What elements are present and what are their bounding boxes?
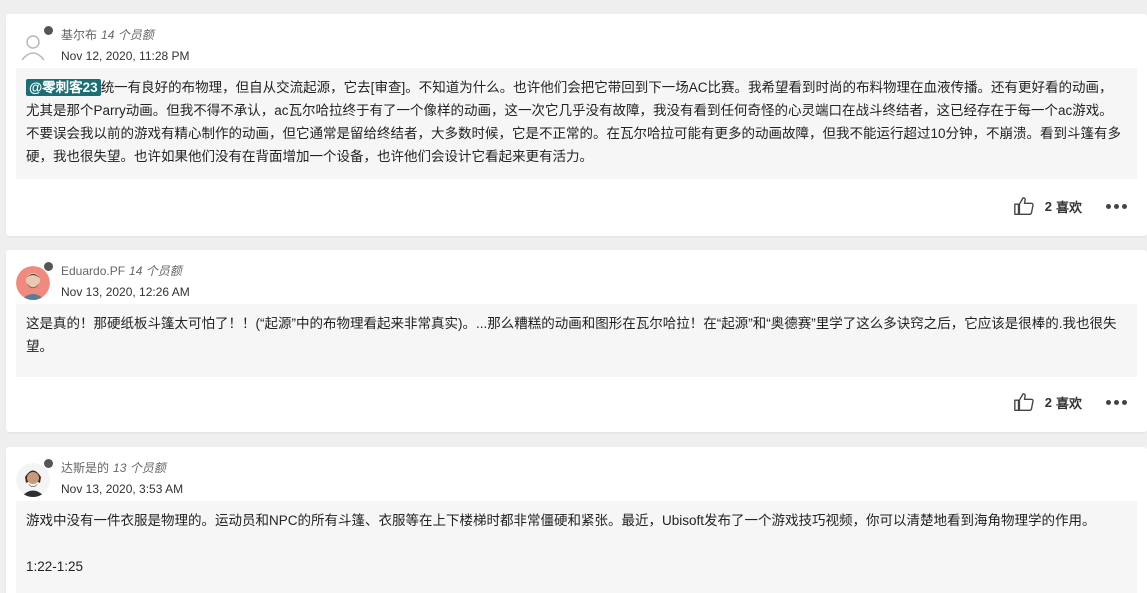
author-rank: 14 个员额 <box>129 264 182 278</box>
like-label: 喜欢 <box>1055 199 1082 215</box>
post-card: 基尔布 14 个员额 Nov 12, 2020, 11:28 PM @零刺客23 统… <box>6 14 1147 236</box>
post-text: 统一有良好的布物理，但自从交流起源，它去[审查]。不知道为什么。也许他们会把它带… <box>26 80 1122 164</box>
post-date: Nov 12, 2020, 11:28 PM <box>61 49 190 63</box>
more-options-icon[interactable] <box>1106 399 1127 405</box>
post-body: 这是真的！那硬纸板斗篷太可怕了！！(“起源”中的布物理看起来非常真实)。...那… <box>16 304 1137 377</box>
post-header: Eduardo.PF 14 个员额 Nov 13, 2020, 12:26 AM <box>16 258 616 300</box>
dasi-avatar[interactable] <box>16 463 50 497</box>
post-text: 这是真的！那硬纸板斗篷太可怕了！！(“起源”中的布物理看起来非常真实)。...那… <box>26 316 1117 354</box>
like-label: 喜欢 <box>1055 395 1082 411</box>
user-mention[interactable]: @零刺客23 <box>26 79 101 96</box>
thumbs-up-icon[interactable] <box>1013 195 1035 217</box>
more-options-icon[interactable] <box>1106 203 1127 209</box>
status-dot <box>44 459 53 468</box>
thumbs-up-icon[interactable] <box>1013 391 1035 413</box>
status-dot <box>44 262 53 271</box>
author-line: 达斯是的 13 个员额 <box>61 459 166 476</box>
author-line: 基尔布 14 个员额 <box>61 26 154 43</box>
post-date: Nov 13, 2020, 3:53 AM <box>61 482 184 496</box>
post-card: Eduardo.PF 14 个员额 Nov 13, 2020, 12:26 AM … <box>6 250 1147 432</box>
author-name[interactable]: Eduardo.PF <box>61 264 125 278</box>
post-header: 基尔布 14 个员额 Nov 12, 2020, 11:28 PM <box>16 22 616 64</box>
forum-thread: 基尔布 14 个员额 Nov 12, 2020, 11:28 PM @零刺客23 统… <box>0 0 1147 593</box>
post-card: 达斯是的 13 个员额 Nov 13, 2020, 3:53 AM 游戏中没有一件… <box>6 447 1147 593</box>
author-name[interactable]: 基尔布 <box>61 28 97 42</box>
author-name[interactable]: 达斯是的 <box>61 461 109 475</box>
post-footer: 2 喜欢 <box>1013 390 1127 414</box>
status-dot <box>44 26 53 35</box>
video-timestamp: 1:22-1:25 <box>26 559 84 574</box>
post-header: 达斯是的 13 个员额 Nov 13, 2020, 3:53 AM <box>16 455 616 497</box>
post-date: Nov 13, 2020, 12:26 AM <box>61 285 190 299</box>
post-footer: 2 喜欢 <box>1013 194 1127 218</box>
like-count: 2 <box>1044 394 1052 410</box>
like-count: 2 <box>1044 198 1052 214</box>
post-text: 游戏中没有一件衣服是物理的。运动员和NPC的所有斗篷、衣服等在上下楼梯时都非常僵… <box>26 513 1096 528</box>
author-line: Eduardo.PF 14 个员额 <box>61 262 182 279</box>
author-rank: 14 个员额 <box>101 28 154 42</box>
post-body: @零刺客23 统一有良好的布物理，但自从交流起源，它去[审查]。不知道为什么。也许… <box>16 68 1137 179</box>
eduardo-avatar[interactable] <box>16 266 50 300</box>
post-body: 游戏中没有一件衣服是物理的。运动员和NPC的所有斗篷、衣服等在上下楼梯时都非常僵… <box>16 501 1137 593</box>
author-rank: 13 个员额 <box>113 461 166 475</box>
default-user-icon[interactable] <box>16 30 50 64</box>
